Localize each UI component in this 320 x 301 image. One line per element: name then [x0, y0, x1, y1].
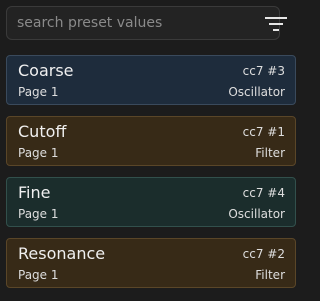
preset-cc: cc7 #2 [242, 247, 285, 261]
preset-name: Resonance [18, 244, 106, 263]
filter-lines-icon [265, 17, 287, 31]
preset-list: Coarse cc7 #3 Page 1 Oscillator Cutoff c… [6, 55, 296, 299]
preset-card-cutoff[interactable]: Cutoff cc7 #1 Page 1 Filter [6, 116, 296, 166]
preset-page: Page 1 [18, 268, 59, 282]
preset-section: Filter [255, 268, 285, 282]
preset-card-fine[interactable]: Fine cc7 #4 Page 1 Oscillator [6, 177, 296, 227]
preset-card-resonance[interactable]: Resonance cc7 #2 Page 1 Filter [6, 238, 296, 288]
filter-button[interactable] [264, 14, 290, 34]
preset-name: Cutoff [18, 122, 67, 141]
search-input[interactable] [6, 6, 280, 40]
preset-card-coarse[interactable]: Coarse cc7 #3 Page 1 Oscillator [6, 55, 296, 105]
preset-name: Coarse [18, 61, 74, 80]
preset-page: Page 1 [18, 207, 59, 221]
preset-name: Fine [18, 183, 51, 202]
preset-cc: cc7 #3 [242, 64, 285, 78]
preset-page: Page 1 [18, 85, 59, 99]
preset-cc: cc7 #4 [242, 186, 285, 200]
preset-section: Oscillator [228, 207, 285, 221]
preset-page: Page 1 [18, 146, 59, 160]
preset-cc: cc7 #1 [242, 125, 285, 139]
search-row [6, 6, 298, 42]
preset-panel: Coarse cc7 #3 Page 1 Oscillator Cutoff c… [0, 0, 304, 301]
preset-section: Filter [255, 146, 285, 160]
preset-section: Oscillator [228, 85, 285, 99]
